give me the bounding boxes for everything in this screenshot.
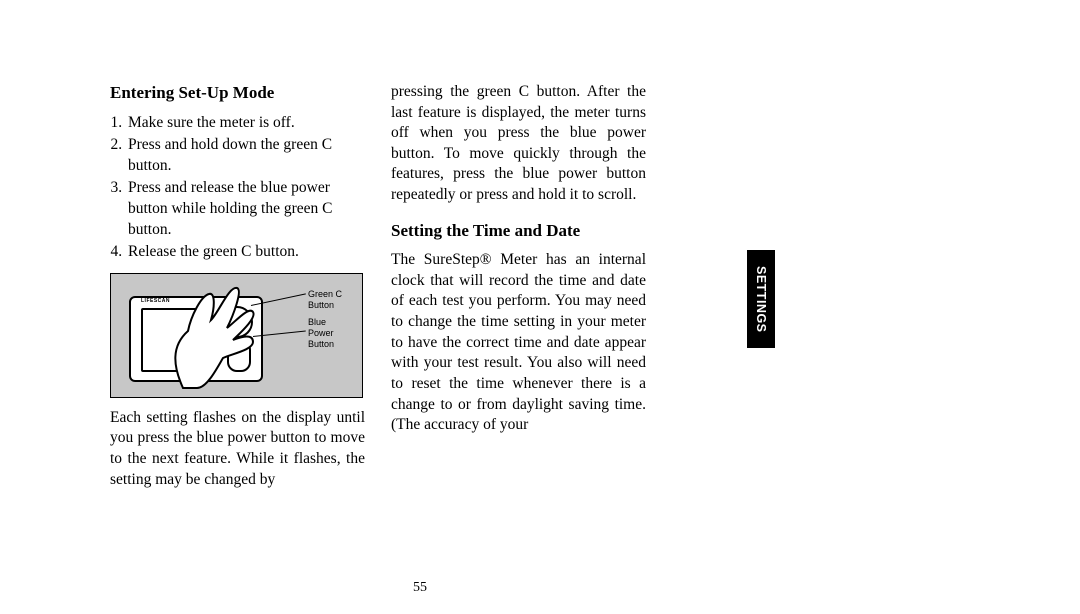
right-column: pressing the green C button. After the l… xyxy=(391,82,646,490)
heading-entering-setup: Entering Set-Up Mode xyxy=(110,82,365,105)
meter-screen-icon xyxy=(141,308,207,372)
post-figure-paragraph: Each setting flashes on the display unti… xyxy=(110,408,365,490)
step-4: Release the green C button. xyxy=(126,242,365,263)
figure-label-green-c: Green C Button xyxy=(308,289,362,312)
step-3: Press and release the blue power button … xyxy=(126,178,365,240)
figure-label-blue-power: Blue Power Button xyxy=(308,317,334,351)
blue-power-button-icon xyxy=(227,340,251,372)
step-1: Make sure the meter is off. xyxy=(126,113,365,134)
heading-time-and-date: Setting the Time and Date xyxy=(391,220,646,243)
figure-label-line: Power xyxy=(308,328,334,338)
brand-label: LIFESCAN xyxy=(141,298,170,305)
green-c-button-icon xyxy=(221,306,253,338)
meter-device-outline: LIFESCAN xyxy=(129,296,263,382)
step-2: Press and hold down the green C button. xyxy=(126,135,365,176)
page-number: 55 xyxy=(0,580,960,596)
figure-label-line: Blue xyxy=(308,317,326,327)
section-tab-settings: SETTINGS xyxy=(747,250,775,348)
figure-label-line: Button xyxy=(308,339,334,349)
two-column-layout: Entering Set-Up Mode Make sure the meter… xyxy=(0,82,750,490)
continuation-paragraph: pressing the green C button. After the l… xyxy=(391,82,646,206)
setup-steps-list: Make sure the meter is off. Press and ho… xyxy=(110,113,365,263)
time-date-paragraph: The SureStep® Meter has an internal cloc… xyxy=(391,250,646,435)
manual-page: Entering Set-Up Mode Make sure the meter… xyxy=(0,0,1080,614)
meter-illustration: LIFESCAN Green C Button Blue Power Butto xyxy=(110,273,363,398)
left-column: Entering Set-Up Mode Make sure the meter… xyxy=(110,82,365,490)
